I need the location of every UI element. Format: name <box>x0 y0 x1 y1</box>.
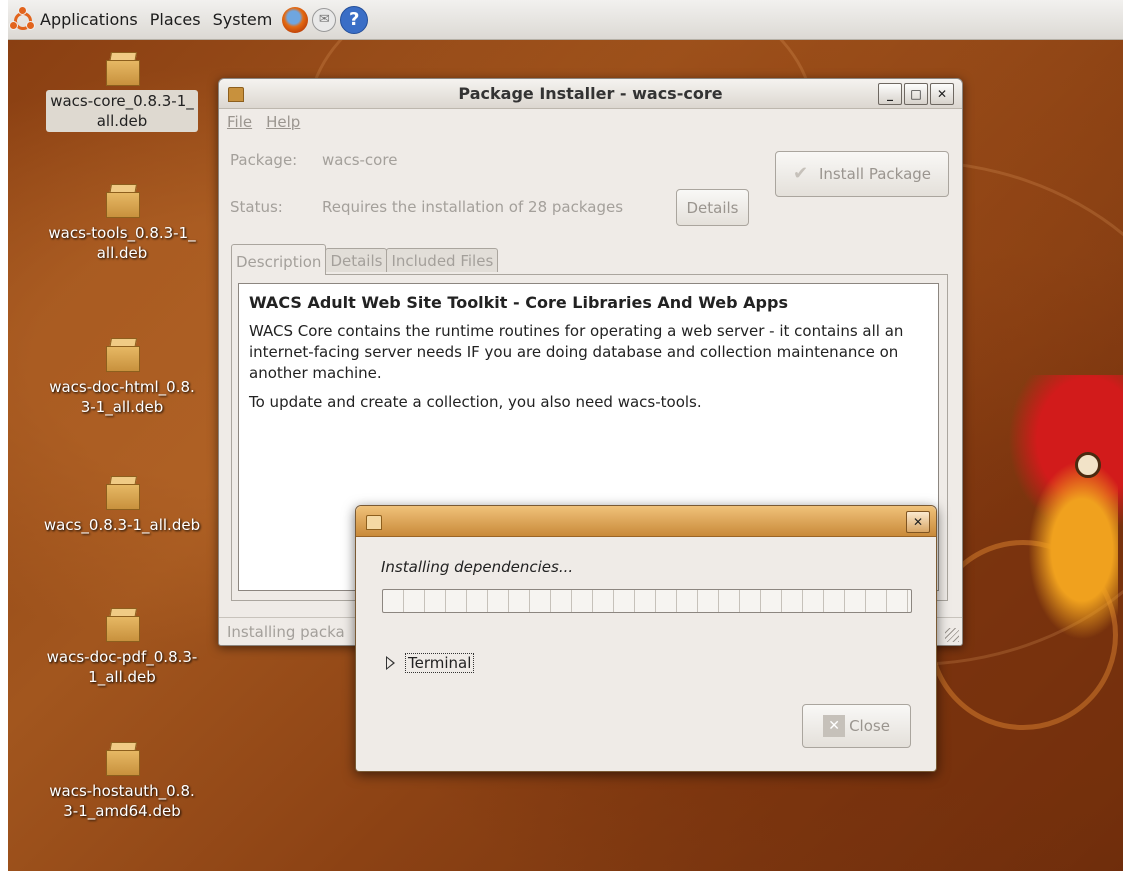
file-label-line1: wacs_0.8.3-1_all.deb <box>43 516 201 534</box>
package-icon <box>104 182 140 218</box>
tab-description[interactable]: Description <box>231 244 327 275</box>
install-package-label: Install Package <box>818 165 932 183</box>
install-package-button[interactable]: ✔ Install Package <box>775 151 949 197</box>
close-dialog-button[interactable]: ✕ <box>906 511 930 533</box>
checkmark-icon: ✔ <box>792 163 809 184</box>
file-label-line1: wacs-doc-html_0.8. <box>49 378 195 396</box>
minimize-button[interactable]: _ <box>878 83 902 105</box>
maximize-button[interactable]: □ <box>904 83 928 105</box>
places-menu-label: Places <box>149 10 201 29</box>
file-label-line1: wacs-hostauth_0.8. <box>49 782 195 800</box>
desktop-file-icon[interactable]: wacs_0.8.3-1_all.deb <box>32 474 212 536</box>
package-icon <box>104 336 140 372</box>
package-icon <box>104 50 140 86</box>
expander-arrow-icon <box>386 656 395 670</box>
close-button-label: Close <box>849 717 890 735</box>
menubar: File Help <box>219 109 962 135</box>
system-menu[interactable]: System <box>207 0 279 39</box>
file-label-line1: wacs-doc-pdf_0.8.3- <box>46 648 198 666</box>
mail-icon[interactable]: ✉ <box>312 7 337 32</box>
progress-bar <box>382 589 912 613</box>
description-paragraph: To update and create a collection, you a… <box>249 393 702 411</box>
tab-details[interactable]: Details <box>325 248 388 272</box>
desktop-file-icon[interactable]: wacs-hostauth_0.8. 3-1_amd64.deb <box>32 740 212 822</box>
ubuntu-logo-icon <box>9 5 35 32</box>
package-icon <box>104 474 140 510</box>
description-paragraph: WACS Core contains the runtime routines … <box>249 322 904 382</box>
window-titlebar[interactable]: Package Installer - wacs-core _ □ ✕ <box>219 79 962 109</box>
close-x-icon: ✕ <box>823 715 846 737</box>
progress-message: Installing dependencies... <box>381 558 574 576</box>
package-label: Package: <box>230 151 298 169</box>
resize-grip-icon[interactable] <box>945 628 959 642</box>
wallpaper-bird <box>1028 460 1118 640</box>
file-menu[interactable]: File <box>227 113 252 131</box>
details-button-label: Details <box>686 198 739 217</box>
dialog-titlebar[interactable]: ✕ <box>356 506 936 537</box>
applications-menu-label: Applications <box>40 10 138 29</box>
package-icon <box>228 87 244 102</box>
help-icon[interactable]: ? <box>340 5 369 34</box>
file-label-line2: all.deb <box>96 112 148 130</box>
top-panel: Applications Places System ✉ ? <box>8 0 1123 40</box>
help-menu[interactable]: Help <box>266 113 300 131</box>
window-title: Package Installer - wacs-core <box>458 84 723 103</box>
desktop-file-icon[interactable]: wacs-doc-html_0.8. 3-1_all.deb <box>32 336 212 418</box>
wallpaper-bird-eye <box>1075 452 1101 478</box>
system-menu-label: System <box>212 10 273 29</box>
description-heading: WACS Adult Web Site Toolkit - Core Libra… <box>249 293 788 312</box>
file-label-line1: wacs-tools_0.8.3-1_ <box>48 224 196 242</box>
package-icon <box>366 515 382 530</box>
file-label-line2: all.deb <box>96 244 148 262</box>
file-label-line1: wacs-core_0.8.3-1_ <box>50 92 194 110</box>
file-label-line2: 3-1_all.deb <box>80 398 164 416</box>
tab-included-files[interactable]: Included Files <box>386 248 499 272</box>
applications-menu[interactable]: Applications <box>8 0 144 39</box>
close-window-button[interactable]: ✕ <box>930 83 954 105</box>
progress-dialog: ✕ Installing dependencies... Terminal ✕ … <box>355 505 937 772</box>
places-menu[interactable]: Places <box>144 0 207 39</box>
desktop-file-icon[interactable]: wacs-doc-pdf_0.8.3- 1_all.deb <box>32 606 212 688</box>
status-bar-text: Installing packa <box>227 622 345 641</box>
close-button[interactable]: ✕ Close <box>802 704 911 748</box>
package-icon <box>104 606 140 642</box>
desktop-file-icon[interactable]: wacs-core_0.8.3-1_ all.deb <box>32 50 212 132</box>
status-label: Status: <box>230 198 283 216</box>
tab-bar: Description Details Included Files <box>231 244 499 275</box>
details-button[interactable]: Details <box>676 189 749 226</box>
firefox-icon[interactable] <box>282 6 309 33</box>
status-value: Requires the installation of 28 packages <box>322 198 624 216</box>
file-label-line2: 3-1_amd64.deb <box>63 802 181 820</box>
terminal-expander-label: Terminal <box>405 653 475 673</box>
package-value: wacs-core <box>322 151 398 169</box>
file-label-line2: 1_all.deb <box>88 668 156 686</box>
package-icon <box>104 740 140 776</box>
terminal-expander[interactable]: Terminal <box>386 653 475 673</box>
desktop-file-icon[interactable]: wacs-tools_0.8.3-1_ all.deb <box>32 182 212 264</box>
